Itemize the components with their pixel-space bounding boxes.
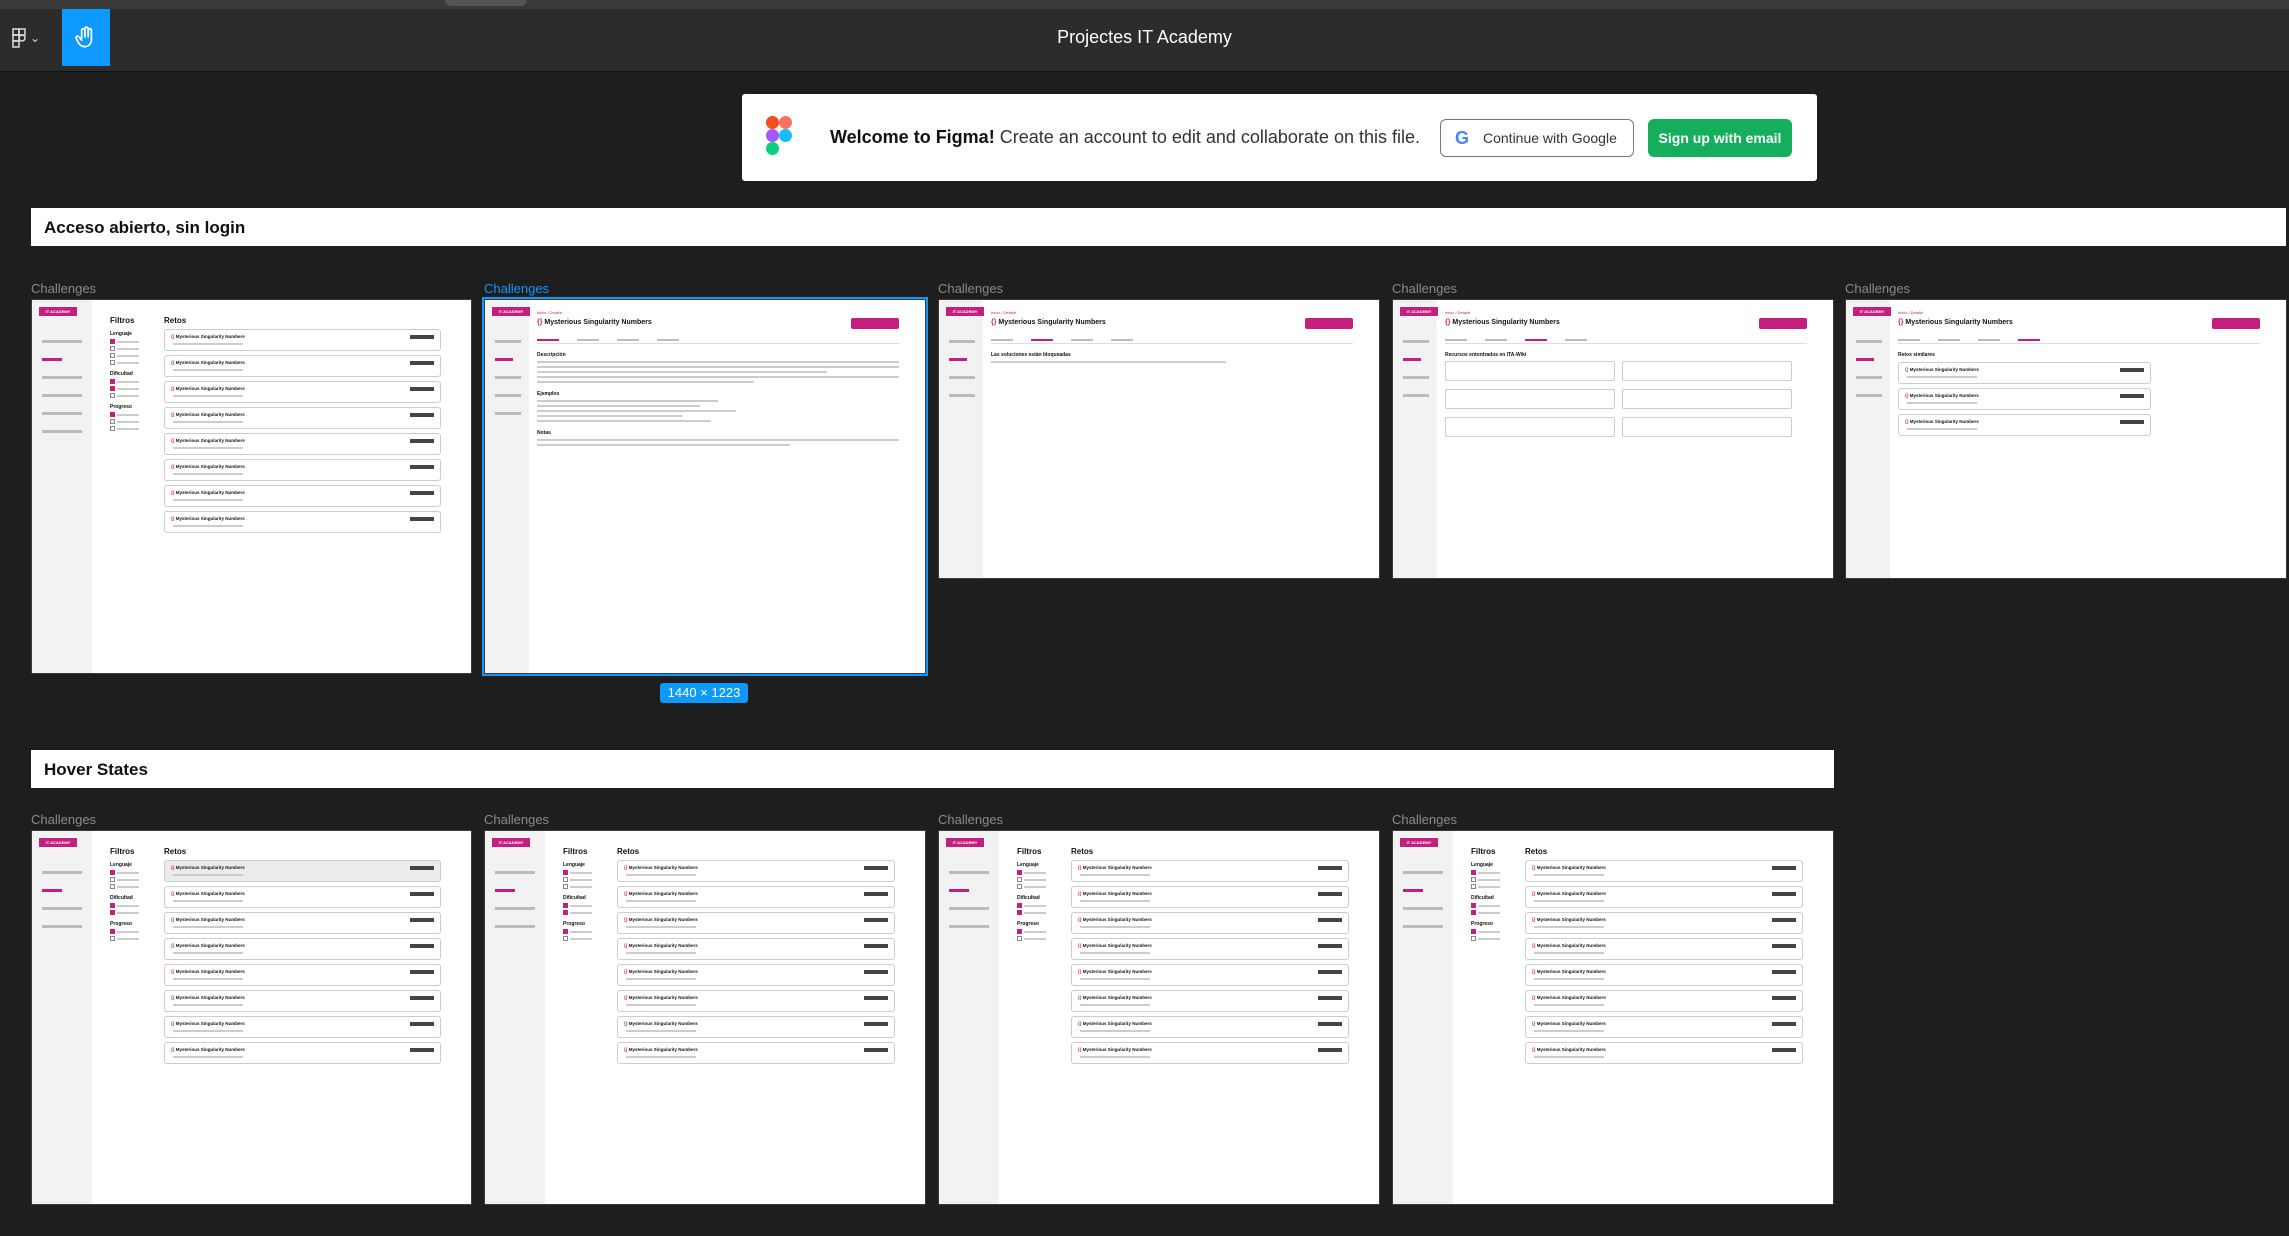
section-hover-states[interactable]: Hover States [31, 750, 1834, 788]
filters-heading: Filtros [110, 316, 135, 325]
section-acceso-abierto[interactable]: Acceso abierto, sin login [31, 208, 2286, 246]
frame-label[interactable]: Challenges [1392, 812, 1457, 827]
continue-with-google-button[interactable]: G Continue with Google [1440, 119, 1634, 157]
drag-handle[interactable] [445, 0, 527, 6]
frame-hover-1[interactable]: IT ACADEMY Filtros Lenguaje Dificultad Prog… [31, 830, 472, 1205]
frame-label[interactable]: Challenges [484, 812, 549, 827]
welcome-bold: Welcome to Figma! [830, 127, 995, 147]
frame-list[interactable]: IT ACADEMY Filtros Lenguaje Dificultad P… [31, 299, 472, 674]
brand-logo: IT ACADEMY [39, 307, 77, 316]
frame-hover-2[interactable]: IT ACADEMY Filtros Lenguaje Dificultad Prog… [484, 830, 926, 1205]
sign-up-email-button[interactable]: Sign up with email [1648, 119, 1792, 157]
retos-heading: Retos [164, 316, 187, 325]
document-title: Projectes IT Academy [1057, 27, 1232, 47]
frame-detail-relacionados[interactable]: IT ACADEMY Inicio / Detalle {} Mysteriou… [1845, 299, 2287, 579]
google-button-label: Continue with Google [1483, 130, 1617, 146]
section-title: Hover States [44, 760, 148, 779]
frame-label[interactable]: Challenges [1392, 281, 1457, 296]
top-strip [0, 0, 2289, 9]
top-toolbar: ⌄ Projectes IT Academy [0, 0, 2289, 72]
frame-hover-4[interactable]: IT ACADEMY Filtros Lenguaje Dificultad Prog… [1392, 830, 1834, 1205]
frame-size-badge: 1440 × 1223 [660, 683, 748, 703]
welcome-message: Welcome to Figma! Create an account to e… [830, 127, 1420, 148]
frame-label[interactable]: Challenges [484, 281, 549, 296]
frame-label[interactable]: Challenges [31, 812, 96, 827]
frame-label[interactable]: Challenges [1845, 281, 1910, 296]
frame-label[interactable]: Challenges [31, 281, 96, 296]
frame-label[interactable]: Challenges [938, 812, 1003, 827]
welcome-banner: Welcome to Figma! Create an account to e… [742, 94, 1817, 181]
frame-hover-3[interactable]: IT ACADEMY Filtros Lenguaje Dificultad Prog… [938, 830, 1380, 1205]
frame-detail-soluciones[interactable]: IT ACADEMY Inicio / Detalle {} Mysteriou… [938, 299, 1380, 579]
google-icon: G [1455, 128, 1470, 148]
frame-detail-recursos[interactable]: IT ACADEMY Inicio / Detalle {} Mysteriou… [1392, 299, 1834, 579]
figma-color-logo-icon [766, 116, 792, 155]
email-button-label: Sign up with email [1658, 130, 1782, 146]
section-title: Acceso abierto, sin login [44, 218, 246, 237]
frame-detail-descripcion[interactable]: IT ACADEMY Inicio / Detalle {} Mysteriou… [482, 297, 928, 676]
welcome-text: Create an account to edit and collaborat… [999, 127, 1420, 147]
frame-label[interactable]: Challenges [938, 281, 1003, 296]
